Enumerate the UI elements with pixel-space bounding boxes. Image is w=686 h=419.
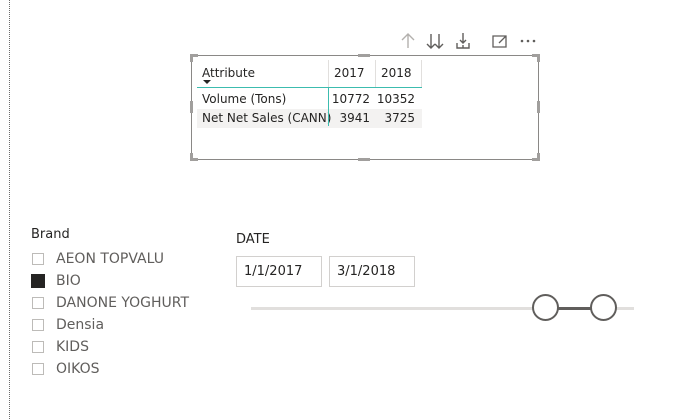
brand-item-oikos[interactable]: OIKOS — [31, 359, 211, 381]
checkbox-checked[interactable] — [31, 274, 45, 288]
cell-volume-2017: 10772 — [331, 92, 370, 106]
table-row: Net Net Sales (CANN) 3941 3725 — [197, 109, 422, 128]
date-slicer-title: DATE — [236, 232, 270, 247]
canvas-left-border — [9, 0, 10, 419]
brand-item-bio[interactable]: BIO — [31, 271, 211, 293]
row-header-divider — [328, 88, 329, 126]
resize-handle-bottom-right-v[interactable] — [537, 153, 540, 161]
more-options-icon[interactable] — [517, 30, 539, 52]
checkbox[interactable] — [32, 297, 44, 309]
brand-item-danone-yoghurt[interactable]: DANONE YOGHURT — [31, 293, 211, 315]
cell-volume-2018: 10352 — [376, 92, 415, 106]
matrix-header-row: Attribute 2017 2018 — [197, 60, 422, 88]
resize-handle-top-left-v[interactable] — [190, 54, 193, 62]
brand-item-label: AEON TOPVALU — [56, 251, 164, 267]
expand-hierarchy-icon[interactable] — [452, 30, 474, 52]
brand-item-label: DANONE YOGHURT — [56, 295, 190, 311]
checkbox[interactable] — [32, 363, 44, 375]
resize-handle-left[interactable] — [190, 101, 193, 113]
column-divider — [328, 60, 329, 87]
matrix-table: Attribute 2017 2018 Volume (Tons) 10772 … — [197, 60, 422, 128]
checkbox[interactable] — [32, 253, 44, 265]
sort-descending-icon[interactable] — [203, 80, 211, 84]
resize-handle-bottom[interactable] — [358, 158, 370, 161]
resize-handle-right[interactable] — [537, 101, 540, 113]
brand-item-aeon-topvalu[interactable]: AEON TOPVALU — [31, 249, 211, 271]
brand-slicer-list: AEON TOPVALU BIO DANONE YOGHURT Densia K… — [31, 249, 211, 381]
checkbox[interactable] — [32, 319, 44, 331]
resize-handle-top[interactable] — [358, 54, 370, 57]
table-row: Volume (Tons) 10772 10352 — [197, 90, 422, 109]
column-divider — [421, 60, 422, 87]
brand-item-label: BIO — [56, 273, 81, 289]
visual-header-toolbar — [397, 30, 547, 52]
drill-down-all-icon[interactable] — [424, 30, 446, 52]
brand-item-densia[interactable]: Densia — [31, 315, 211, 337]
drill-up-icon[interactable] — [397, 30, 419, 52]
brand-item-label: KIDS — [56, 339, 89, 355]
end-date-input[interactable]: 3/1/2018 — [329, 256, 415, 287]
resize-handle-bottom-left-v[interactable] — [190, 153, 193, 161]
date-range-end-handle[interactable] — [589, 294, 617, 321]
start-date-input[interactable]: 1/1/2017 — [236, 256, 322, 287]
column-header-2018[interactable]: 2018 — [381, 64, 412, 82]
column-header-2017[interactable]: 2017 — [334, 64, 365, 82]
row-header-net-sales: Net Net Sales (CANN) — [202, 111, 332, 125]
resize-handle-top-right-v[interactable] — [537, 54, 540, 62]
brand-item-kids[interactable]: KIDS — [31, 337, 211, 359]
row-header-volume: Volume (Tons) — [202, 92, 287, 106]
column-divider — [375, 60, 376, 87]
cell-net-sales-2018: 3725 — [384, 111, 415, 125]
brand-item-label: Densia — [56, 317, 105, 333]
checkbox[interactable] — [32, 341, 44, 353]
date-range-start-handle[interactable] — [532, 294, 560, 321]
cell-net-sales-2017: 3941 — [339, 111, 370, 125]
focus-mode-icon[interactable] — [489, 30, 511, 52]
brand-slicer-title: Brand — [31, 227, 70, 242]
brand-item-label: OIKOS — [56, 361, 100, 377]
